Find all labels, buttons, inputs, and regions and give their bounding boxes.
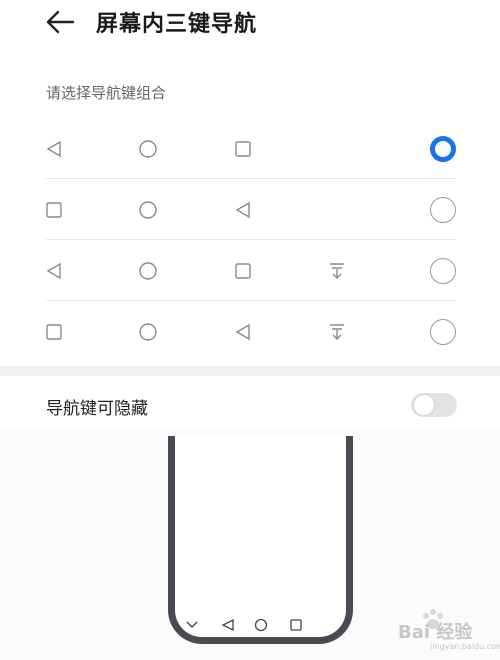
phone-preview-nav-bar — [175, 618, 346, 636]
back-triangle-icon — [235, 201, 250, 218]
home-circle-icon — [254, 618, 268, 632]
arrow-left-icon — [46, 10, 75, 34]
option-radio-selected[interactable] — [430, 135, 456, 162]
notification-pull-down-icon — [330, 323, 344, 340]
watermark-text: Bai 经验 — [398, 622, 473, 643]
recent-square-icon — [235, 262, 251, 279]
hide-nav-toggle[interactable] — [411, 393, 457, 417]
nav-option-row[interactable] — [0, 240, 500, 301]
watermark-subtext: jingyan.baidu.com — [430, 642, 500, 651]
notification-pull-down-icon — [330, 262, 344, 279]
recent-square-icon — [290, 619, 302, 631]
chevron-down-icon — [186, 621, 198, 628]
section-label: 请选择导航键组合 — [46, 84, 167, 102]
back-triangle-icon — [235, 323, 250, 340]
option-radio[interactable] — [430, 318, 456, 345]
phone-preview-frame — [168, 436, 353, 644]
nav-option-row[interactable] — [0, 118, 500, 179]
back-triangle-icon — [221, 618, 234, 632]
header: 屏幕内三键导航 — [0, 0, 500, 44]
option-radio[interactable] — [430, 257, 456, 284]
toggle-knob — [414, 395, 434, 415]
section-divider — [0, 366, 500, 376]
recent-square-icon — [46, 323, 62, 340]
back-triangle-icon — [46, 262, 61, 279]
hide-nav-toggle-label: 导航键可隐藏 — [46, 399, 148, 419]
nav-option-row[interactable] — [0, 179, 500, 240]
option-radio[interactable] — [430, 196, 456, 223]
home-circle-icon — [139, 261, 157, 280]
nav-combination-list — [0, 118, 500, 362]
recent-square-icon — [46, 201, 62, 218]
home-circle-icon — [139, 200, 157, 219]
recent-square-icon — [235, 140, 251, 157]
home-circle-icon — [139, 322, 157, 341]
page-title: 屏幕内三键导航 — [96, 12, 258, 37]
back-button[interactable] — [40, 4, 80, 40]
back-triangle-icon — [46, 140, 61, 157]
home-circle-icon — [139, 139, 157, 158]
nav-option-row[interactable] — [0, 301, 500, 362]
